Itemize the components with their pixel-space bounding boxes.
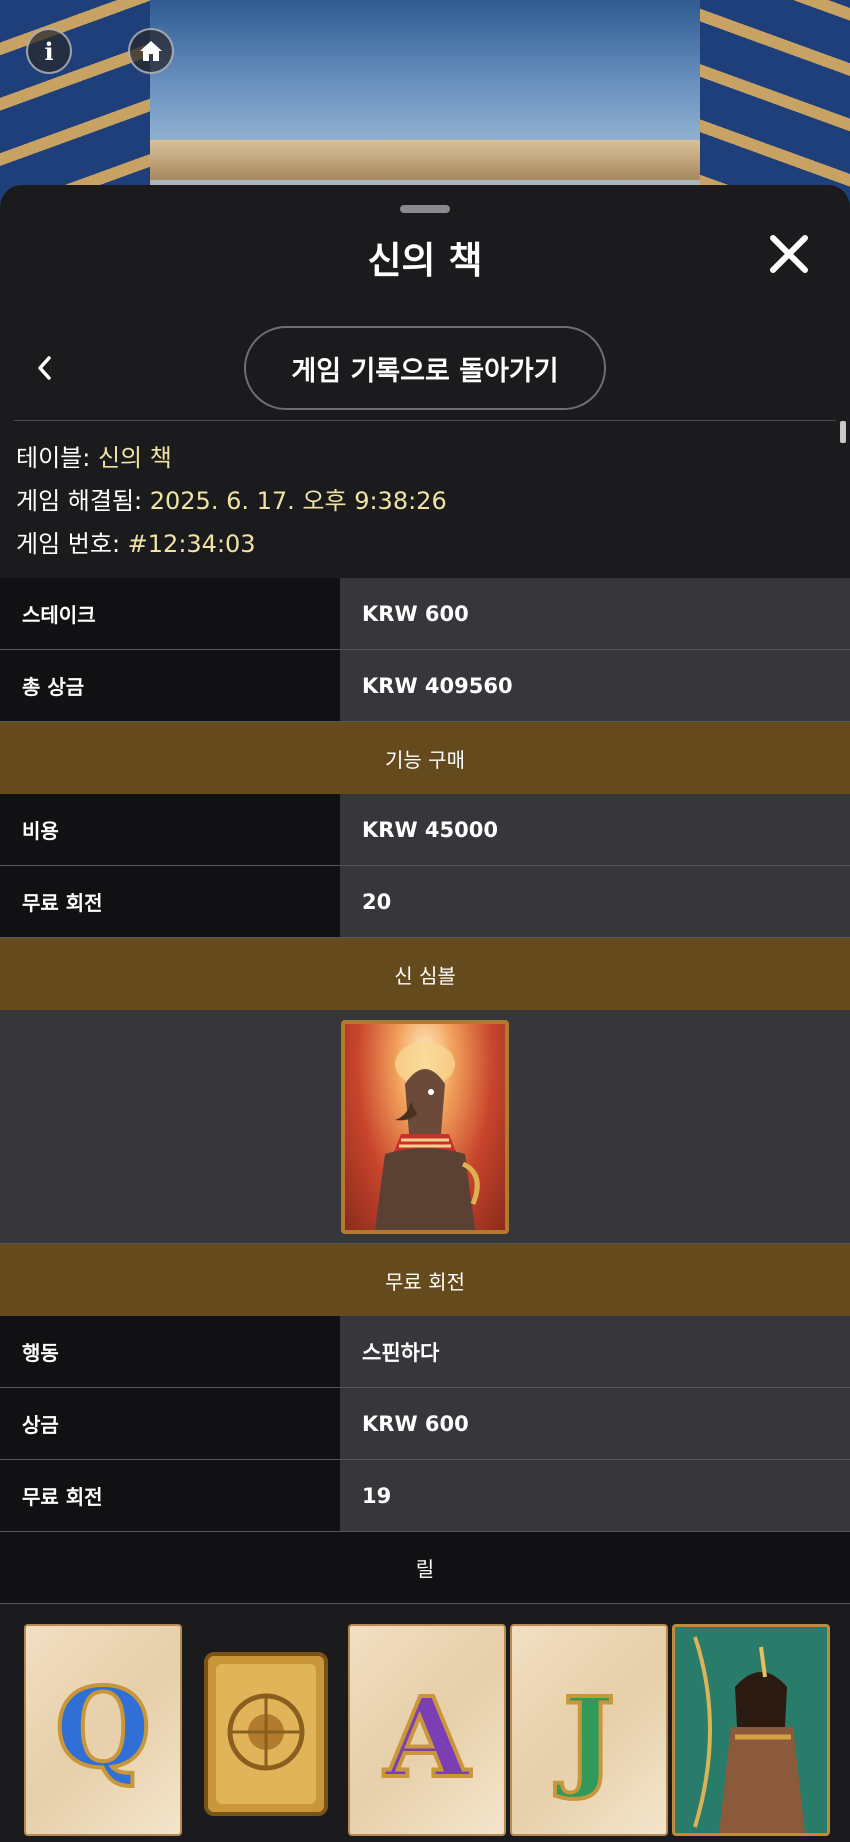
section-header-free-spin: 무료 회전 [0, 1244, 850, 1316]
row-label: 비용 [0, 794, 340, 865]
background-lintel [150, 140, 700, 180]
letter-symbol-icon: J [510, 1624, 668, 1836]
chevron-left-icon [38, 356, 51, 380]
divider [14, 420, 836, 421]
horus-god-symbol-icon [341, 1020, 509, 1234]
row-value: KRW 45000 [340, 794, 850, 865]
row-value: 20 [340, 866, 850, 937]
table-row-win: 상금 KRW 600 [0, 1388, 850, 1460]
row-label: 총 상금 [0, 650, 340, 721]
row-label: 무료 회전 [0, 866, 340, 937]
letter-symbol-icon: Q [24, 1624, 182, 1836]
row-value: KRW 600 [340, 1388, 850, 1459]
row-value: KRW 600 [340, 578, 850, 649]
table-row-free-spins: 무료 회전 20 [0, 866, 850, 938]
back-to-history-button[interactable]: 게임 기록으로 돌아가기 [244, 326, 606, 410]
reels-row: Q A J [0, 1604, 850, 1836]
game-meta: 테이블: 신의 책 게임 해결됨: 2025. 6. 17. 오후 9:38:2… [16, 437, 447, 566]
row-label: 무료 회전 [0, 1460, 340, 1531]
sheet-drag-handle[interactable] [400, 205, 450, 213]
info-icon: i [44, 36, 54, 66]
close-icon [770, 235, 808, 273]
home-icon [140, 41, 162, 61]
row-value: 19 [340, 1460, 850, 1531]
meta-number: 게임 번호: #12:34:03 [16, 530, 256, 558]
book-symbol-icon [186, 1624, 344, 1836]
game-detail-table: 스테이크 KRW 600 총 상금 KRW 409560 기능 구매 비용 KR… [0, 578, 850, 1836]
archer-symbol-icon [672, 1624, 830, 1836]
letter-symbol-icon: A [348, 1624, 506, 1836]
god-symbol-row [0, 1010, 850, 1244]
svg-text:A: A [383, 1673, 471, 1802]
sheet-title: 신의 책 [367, 239, 483, 282]
row-label: 행동 [0, 1316, 340, 1387]
game-history-sheet: 신의 책 게임 기록으로 돌아가기 테이블: 신의 책 게임 해결됨: 2025… [0, 185, 850, 1842]
table-row-stake: 스테이크 KRW 600 [0, 578, 850, 650]
row-value: 스핀하다 [340, 1316, 850, 1387]
back-button[interactable] [30, 353, 60, 383]
table-row-action: 행동 스핀하다 [0, 1316, 850, 1388]
section-header-reels: 릴 [0, 1532, 850, 1604]
table-row-total-win: 총 상금 KRW 409560 [0, 650, 850, 722]
table-row-cost: 비용 KRW 45000 [0, 794, 850, 866]
section-header-god-symbol: 신 심볼 [0, 938, 850, 1010]
row-label: 스테이크 [0, 578, 340, 649]
svg-text:J: J [554, 1673, 615, 1802]
row-value: KRW 409560 [340, 650, 850, 721]
svg-text:Q: Q [55, 1663, 151, 1792]
info-button[interactable]: i [26, 28, 72, 74]
home-button[interactable] [128, 28, 174, 74]
row-label: 상금 [0, 1388, 340, 1459]
background-sky [150, 0, 700, 140]
section-header-feature-buy: 기능 구매 [0, 722, 850, 794]
meta-table: 테이블: 신의 책 [16, 444, 172, 472]
table-row-free-spins-remaining: 무료 회전 19 [0, 1460, 850, 1532]
scrollbar-thumb[interactable] [840, 421, 846, 443]
meta-resolved: 게임 해결됨: 2025. 6. 17. 오후 9:38:26 [16, 487, 447, 515]
close-button[interactable] [765, 230, 813, 278]
